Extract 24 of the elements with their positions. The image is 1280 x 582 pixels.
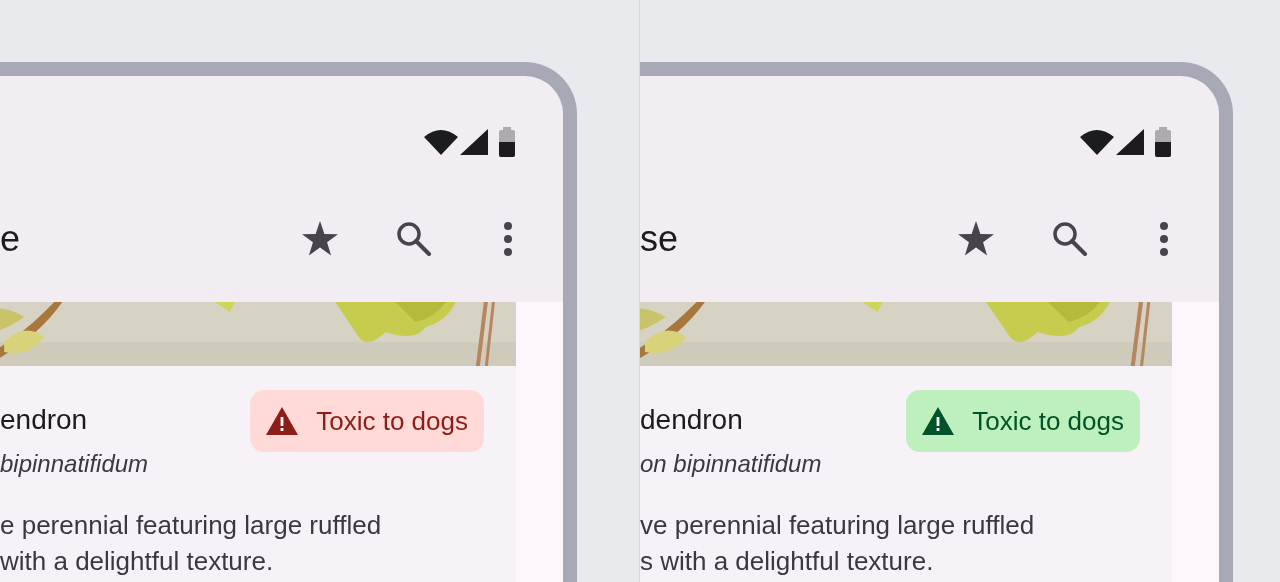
battery-icon <box>1154 127 1172 157</box>
search-icon <box>396 221 432 257</box>
more-icon <box>1159 222 1169 256</box>
app-bar-title: e <box>0 221 22 257</box>
wifi-icon <box>424 129 458 155</box>
badge-label: Toxic to dogs <box>316 404 468 438</box>
warning-icon <box>922 407 955 435</box>
plant-description: e perennial featuring large ruffled with a delightful texture. <box>0 509 383 578</box>
scientific-name: bipinnatifidum <box>0 449 150 479</box>
signal-icon <box>1116 129 1144 155</box>
wifi-icon <box>1080 129 1114 155</box>
signal-icon <box>460 129 488 155</box>
star-icon <box>957 221 995 257</box>
search-icon <box>1052 221 1088 257</box>
more-icon <box>503 222 513 256</box>
star-icon <box>301 221 339 257</box>
badge-label: Toxic to dogs <box>972 404 1124 438</box>
warning-icon <box>266 407 299 435</box>
scientific-name: on bipinnatifidum <box>640 449 823 479</box>
battery-icon <box>498 127 516 157</box>
app-bar-title: se <box>640 221 680 257</box>
plant-description: ve perennial featuring large ruffled s with a delightful texture. <box>640 509 1036 578</box>
plant-name: endron <box>0 403 89 437</box>
plant-name: dendron <box>640 403 744 437</box>
